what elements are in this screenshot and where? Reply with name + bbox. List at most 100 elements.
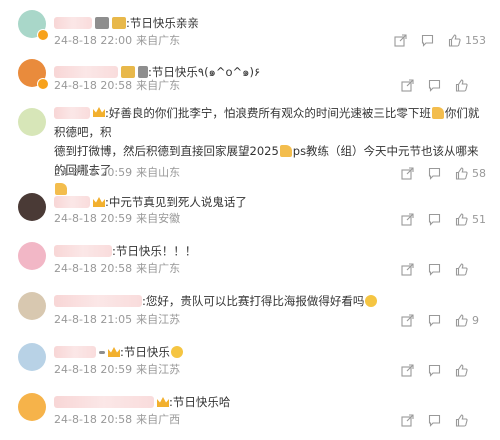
- comment-author-line: :节日快乐亲亲: [54, 14, 199, 32]
- comment-icon: [428, 364, 441, 377]
- comment-meta: 24-8-18 20:59 来自安徽: [54, 212, 180, 226]
- comment-author-line: :中元节真见到死人说鬼话了: [54, 193, 247, 211]
- comment-time: 24-8-18 22:00: [54, 34, 133, 47]
- username-blurred[interactable]: [54, 196, 90, 208]
- reply-button[interactable]: [428, 414, 441, 427]
- comment-text: :节日快乐亲亲: [126, 16, 199, 30]
- username-blurred[interactable]: [54, 66, 118, 78]
- thumbs-up-icon: [455, 313, 468, 327]
- like-button[interactable]: [455, 363, 486, 377]
- avatar[interactable]: [18, 343, 46, 371]
- share-button[interactable]: [401, 262, 414, 276]
- comment-text: :节日快乐哈: [169, 395, 231, 409]
- share-button[interactable]: [394, 33, 407, 47]
- comment-actions: 51: [387, 211, 486, 227]
- comment-text: :节日快乐！！！: [112, 244, 197, 258]
- level-badge-icon: [138, 66, 148, 78]
- username-blurred[interactable]: [54, 245, 112, 257]
- verified-badge-icon: [37, 29, 49, 41]
- thumbs-up-icon: [455, 212, 468, 226]
- avatar[interactable]: [18, 108, 46, 136]
- like-count: 51: [472, 212, 486, 226]
- reply-button[interactable]: [428, 364, 441, 377]
- share-icon: [401, 78, 414, 92]
- comment-location: 来自广东: [136, 34, 181, 47]
- share-icon: [401, 313, 414, 327]
- like-button[interactable]: [455, 78, 486, 92]
- username-blurred[interactable]: [54, 17, 92, 29]
- comment-author-line: :节日快乐！！！: [54, 242, 196, 260]
- username-blurred[interactable]: [54, 346, 96, 358]
- comment-actions: [387, 77, 486, 93]
- share-button[interactable]: [401, 363, 414, 377]
- share-button[interactable]: [401, 413, 414, 427]
- thumbs-up-emoji-icon: [279, 145, 292, 157]
- username-blurred[interactable]: [54, 295, 142, 307]
- avatar[interactable]: [18, 193, 46, 221]
- comment-meta: 24-8-18 20:58 来自广西: [54, 413, 180, 427]
- comment-actions: 9: [387, 312, 486, 328]
- username-blurred[interactable]: [54, 396, 154, 408]
- comment-actions: 153: [380, 32, 486, 48]
- crown-icon: [93, 107, 105, 117]
- like-button[interactable]: 58: [455, 167, 486, 180]
- thumbs-up-icon: [455, 166, 468, 180]
- share-button[interactable]: [401, 313, 414, 327]
- thumbs-up-icon: [455, 262, 468, 276]
- share-icon: [401, 262, 414, 276]
- reply-button[interactable]: [428, 213, 441, 226]
- comment-text: :节日快乐: [120, 345, 170, 359]
- comment-icon: [421, 34, 434, 47]
- reply-button[interactable]: [428, 167, 441, 180]
- comment-meta: 24-8-18 21:05 来自江苏: [54, 313, 180, 327]
- reply-button[interactable]: [428, 263, 441, 276]
- thumbs-up-icon: [448, 33, 461, 47]
- comment-location: 来自江苏: [136, 363, 181, 376]
- comment-author-line: :节日快乐: [54, 343, 184, 361]
- comment-time: 24-8-18 21:05: [54, 313, 133, 326]
- comment-time: 24-8-18 20:59: [54, 166, 133, 179]
- comment-time: 24-8-18 20:58: [54, 413, 133, 426]
- username-blurred[interactable]: [54, 107, 90, 119]
- share-button[interactable]: [401, 212, 414, 226]
- comment-body: :好善良的你们批李宁，怕浪费所有观众的时间光速被三比零下班 你们就积德吧，积 德到…: [54, 104, 484, 199]
- level-badge-icon: [99, 350, 105, 354]
- share-icon: [394, 33, 407, 47]
- comment-meta: 24-8-18 20:59 来自山东: [54, 166, 180, 180]
- like-button[interactable]: 9: [455, 314, 486, 327]
- level-badge-icon: [95, 17, 109, 29]
- like-button[interactable]: 51: [455, 213, 486, 226]
- share-icon: [401, 212, 414, 226]
- comment-icon: [428, 414, 441, 427]
- share-button[interactable]: [401, 166, 414, 180]
- avatar[interactable]: [18, 292, 46, 320]
- comment-actions: 58: [387, 165, 486, 181]
- reply-button[interactable]: [421, 34, 434, 47]
- comment-time: 24-8-18 20:59: [54, 363, 133, 376]
- avatar[interactable]: [18, 393, 46, 421]
- emoji-icon: [170, 346, 183, 358]
- comment-feed: :节日快乐亲亲 24-8-18 22:00 来自广东 153 :节日快乐٩(๑^o: [0, 0, 500, 440]
- comment-meta: 24-8-18 20:58 来自广东: [54, 79, 180, 93]
- share-button[interactable]: [401, 78, 414, 92]
- share-icon: [401, 363, 414, 377]
- comment-location: 来自广东: [136, 262, 181, 275]
- like-count: 9: [472, 313, 479, 327]
- like-button[interactable]: [455, 413, 486, 427]
- like-count: 153: [465, 33, 486, 47]
- avatar[interactable]: [18, 242, 46, 270]
- vip-badge-icon: [121, 66, 135, 78]
- thumbs-up-icon: [455, 413, 468, 427]
- comment-icon: [428, 213, 441, 226]
- crown-icon: [157, 397, 169, 407]
- comment-meta: 24-8-18 20:58 来自广东: [54, 262, 180, 276]
- verified-badge-icon: [37, 78, 49, 90]
- reply-button[interactable]: [428, 79, 441, 92]
- comment-actions: [387, 362, 486, 378]
- like-button[interactable]: [455, 262, 486, 276]
- comment-text-line2: 德到打微博，然后积德到直接回家展望2025: [54, 144, 279, 158]
- like-button[interactable]: 153: [448, 34, 486, 47]
- reply-button[interactable]: [428, 314, 441, 327]
- comment-actions: [387, 261, 486, 277]
- crown-icon: [93, 197, 105, 207]
